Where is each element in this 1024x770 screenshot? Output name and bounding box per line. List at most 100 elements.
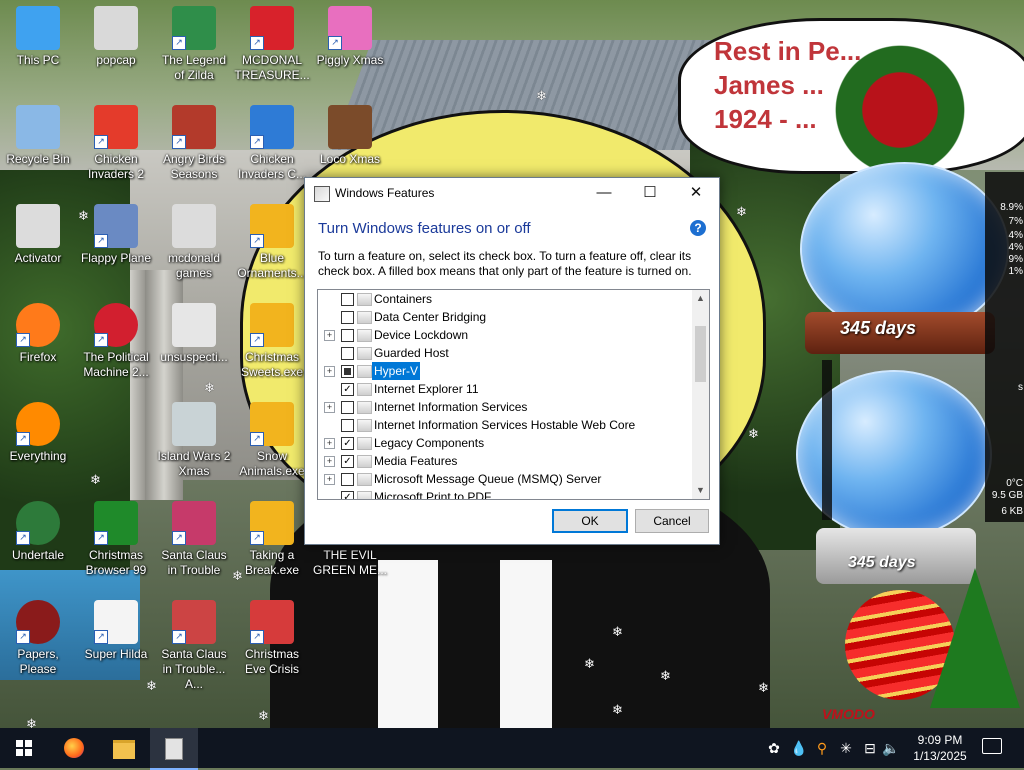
taskbar-windows-features[interactable] (150, 728, 198, 770)
desktop-icon[interactable]: ↗ Firefox (0, 303, 76, 365)
expand-icon[interactable]: + (324, 330, 335, 341)
feature-row[interactable]: ✓ Internet Explorer 11 (318, 380, 692, 398)
volume-icon[interactable]: 🔈 (882, 740, 899, 756)
desktop-icon[interactable]: ↗ Chicken Invaders 2 (78, 105, 154, 182)
desktop-icon[interactable]: ↗ Angry Birds Seasons (156, 105, 232, 182)
feature-name: Internet Explorer 11 (374, 382, 479, 396)
desktop-icon[interactable]: ↗ Chicken Invaders C... (234, 105, 310, 182)
tray-app-icon[interactable]: ✿ (766, 740, 782, 756)
desktop-icon-label: Taking a Break.exe (244, 548, 300, 577)
feature-row-selected[interactable]: + Hyper-V (318, 362, 692, 380)
feature-name: Data Center Bridging (374, 310, 487, 324)
expand-icon[interactable]: + (324, 456, 335, 467)
desktop-icon[interactable]: ↗ Christmas Browser 99 (78, 501, 154, 578)
expand-icon[interactable]: + (324, 474, 335, 485)
water-drop-icon[interactable]: 💧 (790, 740, 807, 756)
feature-checkbox[interactable] (341, 347, 354, 360)
feature-checkbox[interactable] (341, 401, 354, 414)
feature-checkbox[interactable] (341, 419, 354, 432)
feature-row[interactable]: + Internet Information Services (318, 398, 692, 416)
desktop-icon[interactable]: ↗ Christmas Sweets.exe (234, 303, 310, 380)
desktop-icon[interactable]: ↗ Flappy Plane (78, 204, 154, 266)
feature-checkbox-checked[interactable]: ✓ (341, 383, 354, 396)
desktop-icon-label: MCDONAL TREASURE... (234, 53, 310, 82)
desktop-icon[interactable]: ↗ Taking a Break.exe (234, 501, 310, 578)
feature-row[interactable]: Guarded Host (318, 344, 692, 362)
desktop-icon[interactable]: ↗ Everything (0, 402, 76, 464)
desktop-icon[interactable]: unsuspecti... (156, 303, 232, 365)
feature-checkbox[interactable] (341, 473, 354, 486)
notification-icon[interactable] (982, 738, 1002, 754)
desktop-icon[interactable]: ↗ Papers, Please (0, 600, 76, 677)
desktop-icon[interactable]: popcap (78, 6, 154, 68)
desktop-icon[interactable]: mcdonald games (156, 204, 232, 281)
desktop-icon[interactable]: Activator (0, 204, 76, 266)
desktop-icon[interactable]: ↗ Undertale (0, 501, 76, 563)
desktop-icon[interactable]: ↗ MCDONAL TREASURE... (234, 6, 310, 83)
desktop-icon[interactable]: Recycle Bin (0, 105, 76, 167)
desktop-icon[interactable]: ↗ Super Hilda (78, 600, 154, 662)
feature-checkbox-checked[interactable]: ✓ (341, 437, 354, 450)
feature-row[interactable]: Internet Information Services Hostable W… (318, 416, 692, 434)
desktop-icon-label: Papers, Please (17, 647, 59, 676)
scroll-up-icon[interactable]: ▲ (692, 290, 709, 307)
snowflake-icon: ❄ (748, 426, 759, 441)
ok-button[interactable]: OK (552, 509, 628, 533)
taskbar-firefox[interactable] (50, 728, 98, 768)
feature-checkbox[interactable] (341, 293, 354, 306)
scroll-thumb[interactable] (695, 326, 706, 382)
taskbar-clock[interactable]: 9:09 PM 1/13/2025 (905, 732, 975, 764)
feature-checkbox[interactable] (341, 311, 354, 324)
search-icon[interactable]: ⚲ (814, 740, 830, 756)
snowflake-icon: ❄ (90, 472, 101, 487)
desktop-icon[interactable]: ↗ Blue Ornaments... (234, 204, 310, 281)
feature-name: Legacy Components (374, 436, 485, 450)
maximize-button[interactable]: ☐ (627, 178, 673, 208)
expand-icon[interactable]: + (324, 366, 335, 377)
feature-row[interactable]: + Microsoft Message Queue (MSMQ) Server (318, 470, 692, 488)
desktop-icon-label: Piggly Xmas (316, 53, 384, 67)
features-tree[interactable]: Containers Data Center Bridging + Device… (317, 289, 710, 500)
feature-row[interactable]: + ✓ Media Features (318, 452, 692, 470)
desktop-icon[interactable]: ↗ Snow Animals.exe (234, 402, 310, 479)
close-button[interactable]: ✕ (673, 178, 719, 208)
feature-row[interactable]: + Device Lockdown (318, 326, 692, 344)
feature-row[interactable]: Data Center Bridging (318, 308, 692, 326)
desktop-icon[interactable]: ↗ Christmas Eve Crisis (234, 600, 310, 677)
feature-checkbox[interactable] (341, 329, 354, 342)
feature-checkbox-checked[interactable]: ✓ (341, 455, 354, 468)
desktop-icon[interactable]: Island Wars 2 Xmas (156, 402, 232, 479)
desktop-icon-label: Angry Birds Seasons (162, 152, 226, 181)
file-icon (172, 303, 216, 347)
desktop-icon[interactable]: ↗ Santa Claus in Trouble... A... (156, 600, 232, 692)
desktop-icon[interactable]: ↗ The Legend of Zilda (156, 6, 232, 83)
network-icon[interactable]: ⊟ (862, 740, 878, 756)
vertical-scrollbar[interactable]: ▲ ▼ (692, 290, 709, 499)
taskbar-file-explorer[interactable] (100, 728, 148, 768)
scroll-down-icon[interactable]: ▼ (692, 482, 709, 499)
desktop-icon[interactable]: ↗ The Political Machine 2... (78, 303, 154, 380)
expand-icon[interactable]: + (324, 402, 335, 413)
dialog-titlebar[interactable]: Windows Features — ☐ ✕ (305, 178, 719, 208)
feature-row[interactable]: + ✓ Legacy Components (318, 434, 692, 452)
desktop-icon[interactable]: This PC (0, 6, 76, 68)
bear-icon (328, 105, 372, 149)
feature-checkbox-partial[interactable] (341, 365, 354, 378)
desktop-icon[interactable]: ↗ Piggly Xmas (312, 6, 388, 68)
search-icon: ↗ (16, 402, 60, 446)
expand-icon[interactable]: + (324, 438, 335, 449)
cancel-button[interactable]: Cancel (635, 509, 709, 533)
feature-row[interactable]: ✓ Microsoft Print to PDF (318, 488, 692, 499)
snowflake-icon[interactable]: ✳ (838, 740, 854, 756)
start-button[interactable] (0, 728, 48, 768)
minimize-button[interactable]: — (581, 178, 627, 208)
feature-row[interactable]: Containers (318, 290, 692, 308)
desktop-icon[interactable]: Loco Xmas (312, 105, 388, 167)
sysmon-value: 1% (1008, 266, 1023, 277)
desktop-icon[interactable]: ↗ Santa Claus in Trouble (156, 501, 232, 578)
folder-icon (113, 740, 135, 759)
help-icon[interactable]: ? (690, 220, 706, 236)
snowflake-icon: ❄ (612, 702, 623, 717)
feature-checkbox-checked[interactable]: ✓ (341, 491, 354, 499)
chicken-icon: ↗ (250, 105, 294, 149)
